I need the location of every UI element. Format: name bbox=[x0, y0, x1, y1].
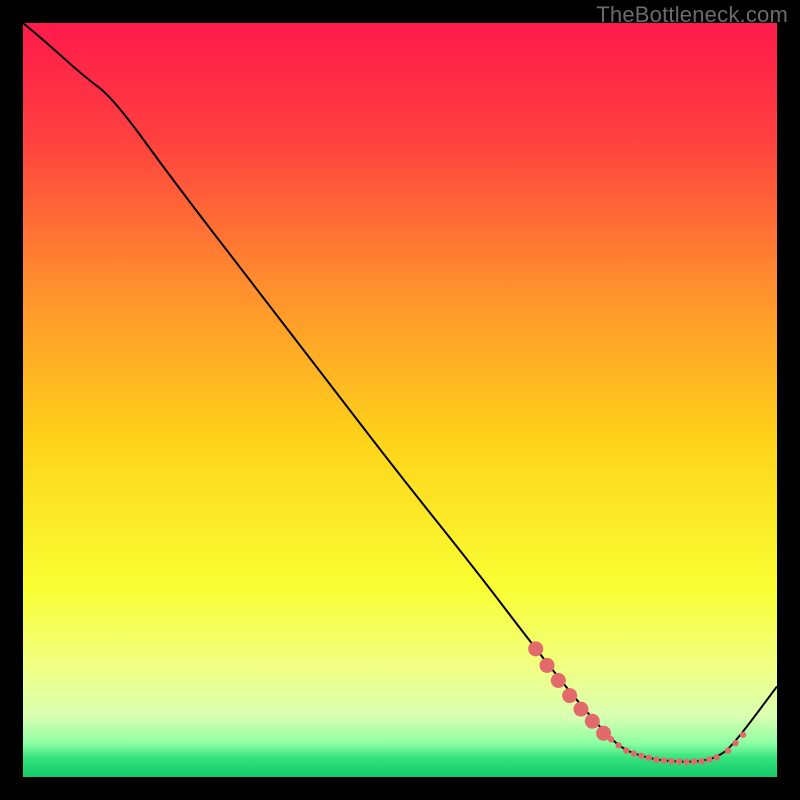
highlight-dot bbox=[638, 753, 644, 759]
highlight-dot bbox=[585, 714, 600, 729]
highlight-dot bbox=[623, 747, 629, 753]
highlight-dot bbox=[698, 758, 704, 764]
chart-background bbox=[23, 23, 777, 777]
highlight-dot bbox=[725, 747, 731, 753]
chart-stage: TheBottleneck.com bbox=[0, 0, 800, 800]
highlight-dot bbox=[608, 736, 614, 742]
highlight-dot bbox=[732, 740, 738, 746]
highlight-dot bbox=[713, 754, 719, 760]
highlight-dot bbox=[668, 758, 674, 764]
highlight-dot bbox=[573, 702, 588, 717]
highlight-dot bbox=[706, 756, 712, 762]
highlight-dot bbox=[661, 757, 667, 763]
highlight-dot bbox=[676, 758, 682, 764]
highlight-dot bbox=[615, 742, 621, 748]
highlight-dot bbox=[631, 750, 637, 756]
chart-svg bbox=[23, 23, 777, 777]
highlight-dot bbox=[740, 732, 746, 738]
highlight-dot bbox=[653, 756, 659, 762]
chart-plot-area bbox=[23, 23, 777, 777]
highlight-dot bbox=[540, 658, 555, 673]
highlight-dot bbox=[691, 758, 697, 764]
highlight-dot bbox=[683, 759, 689, 765]
highlight-dot bbox=[528, 641, 543, 656]
highlight-dot bbox=[646, 755, 652, 761]
highlight-dot bbox=[551, 673, 566, 688]
highlight-dot bbox=[562, 688, 577, 703]
